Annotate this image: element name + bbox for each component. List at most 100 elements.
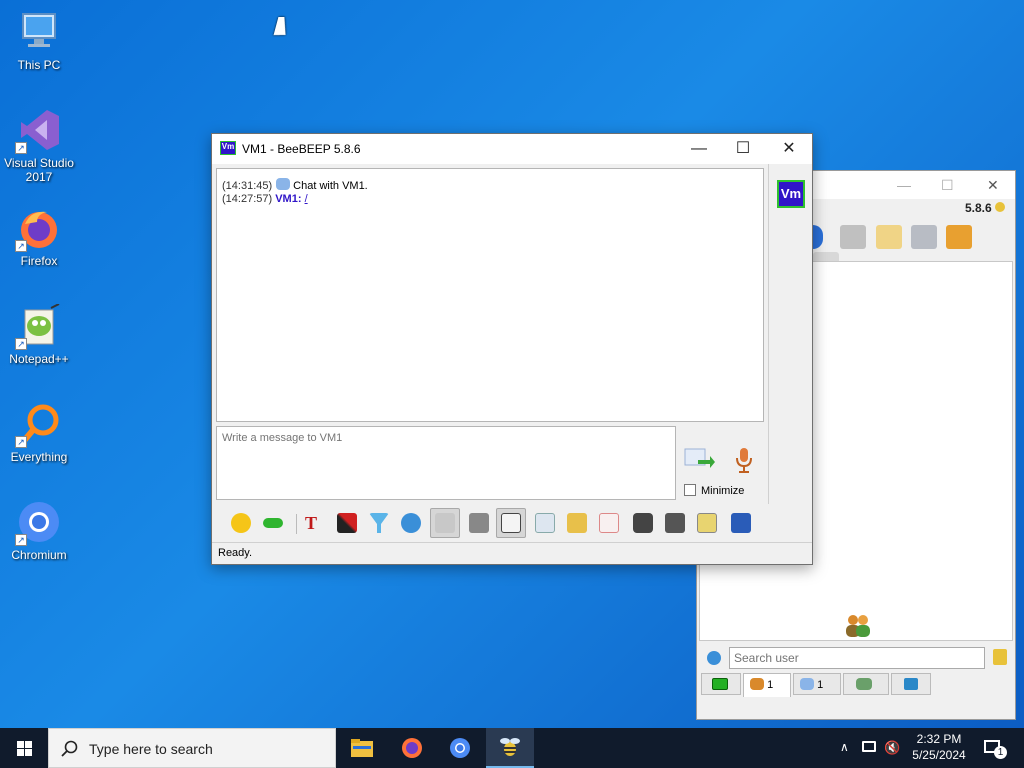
filter-icon[interactable] — [364, 508, 394, 538]
edit-icon[interactable] — [875, 225, 902, 249]
folder-icon[interactable] — [840, 225, 867, 249]
desktop-icon-chromium[interactable]: ↗ Chromium — [0, 500, 78, 562]
chromium-icon: ↗ — [15, 500, 61, 546]
chat-window[interactable]: Vm VM1 - BeeBEEP 5.8.6 — ☐ ✕ (14:31:45) C… — [211, 133, 813, 565]
desktop-icon-this-pc[interactable]: This PC — [0, 10, 78, 72]
shortcut-arrow-icon: ↗ — [15, 240, 27, 252]
notification-center[interactable]: 1 — [980, 728, 1020, 768]
tab-groups[interactable] — [843, 673, 889, 695]
shortcut-arrow-icon: ↗ — [15, 534, 27, 546]
settings-gear-icon[interactable] — [707, 651, 721, 665]
chat-line: (14:27:57) VM1: / — [222, 193, 308, 205]
system-tray: ∧ 🔇 — [838, 728, 902, 768]
sender-name: VM1: — [275, 193, 302, 205]
main-toolbar — [813, 225, 1009, 276]
vm-app-icon: Vm — [220, 141, 236, 155]
taskbar-chromium[interactable] — [436, 728, 484, 768]
chat-bubble-icon — [276, 178, 291, 190]
save-chat-icon[interactable] — [726, 508, 756, 538]
message-link[interactable]: / — [305, 193, 308, 205]
search-icon — [61, 740, 78, 757]
minimize-checkbox[interactable]: Minimize — [684, 484, 744, 497]
chat-window-titlebar[interactable]: Vm VM1 - BeeBEEP 5.8.6 — ☐ ✕ — [212, 134, 812, 164]
tab-chat[interactable] — [701, 673, 741, 695]
toolbar-separator — [296, 514, 297, 534]
desktop-icon-everything[interactable]: ↗ Everything — [0, 402, 78, 464]
tools-icon[interactable] — [911, 225, 938, 249]
send-on-enter-icon[interactable] — [496, 508, 526, 538]
shortcut-arrow-icon: ↗ — [15, 436, 27, 448]
minimize-button[interactable]: — — [676, 134, 722, 164]
tab-chats[interactable]: 1 — [793, 673, 841, 695]
desktop-icon-notepad-plus-plus[interactable]: ↗ Notepad++ — [0, 303, 78, 366]
main-tabs: 1 1 — [699, 673, 1013, 697]
main-minimize-button[interactable]: — — [897, 177, 911, 193]
firefox-icon — [402, 738, 422, 758]
computer-icon — [17, 10, 61, 54]
close-button[interactable]: ✕ — [766, 134, 812, 164]
taskbar-clock[interactable]: 2:32 PM 5/25/2024 — [906, 731, 972, 763]
main-close-button[interactable]: ✕ — [987, 177, 999, 194]
tab-users[interactable]: 1 — [743, 673, 791, 697]
start-button[interactable] — [0, 728, 48, 768]
screenshot-icon[interactable] — [628, 508, 658, 538]
maximize-button[interactable]: ☐ — [720, 134, 766, 164]
microphone-icon[interactable] — [734, 446, 754, 474]
network-icon[interactable] — [813, 225, 823, 249]
shortcut-arrow-icon: ↗ — [15, 338, 27, 350]
expand-green-icon[interactable] — [258, 508, 288, 538]
chat-line: (14:31:45) Chat with VM1. — [222, 178, 368, 192]
window-title: VM1 - BeeBEEP 5.8.6 — [242, 142, 361, 156]
save-note-icon[interactable] — [692, 508, 722, 538]
notepad-plus-plus-icon: ↗ — [15, 303, 61, 350]
tab-files[interactable] — [891, 673, 931, 695]
firefox-icon: ↗ — [15, 206, 61, 252]
users-group-icon — [843, 613, 873, 637]
taskbar-firefox[interactable] — [388, 728, 436, 768]
status-bar: Ready. — [212, 542, 812, 564]
taskbar-file-explorer[interactable] — [338, 728, 386, 768]
taskbar-beebeep[interactable] — [486, 728, 534, 768]
word-complete-icon[interactable] — [464, 508, 494, 538]
taskbar: Type here to search ∧ 🔇 2:32 PM 5/25/202… — [0, 728, 1024, 768]
taskbar-search-box[interactable]: Type here to search — [48, 728, 336, 768]
clear-chat-icon[interactable] — [660, 508, 690, 538]
spellcheck-icon[interactable] — [430, 508, 460, 538]
chat-toolbar: T — [216, 506, 810, 540]
network-icon[interactable] — [862, 741, 876, 752]
shortcut-arrow-icon: ↗ — [15, 142, 27, 154]
version-label: 5.8.6 — [965, 201, 1005, 215]
message-input[interactable] — [216, 426, 676, 500]
send-file-icon[interactable] — [530, 508, 560, 538]
desktop-icon-visual-studio[interactable]: ↗ Visual Studio 2017 — [0, 108, 78, 184]
notification-count-badge: 1 — [994, 746, 1007, 759]
font-color-icon[interactable] — [332, 508, 362, 538]
chat-log[interactable]: (14:31:45) Chat with VM1. (14:27:57) VM1:… — [216, 168, 764, 422]
font-icon[interactable]: T — [300, 508, 330, 538]
volume-muted-icon[interactable]: 🔇 — [884, 740, 900, 756]
vm-user-avatar[interactable]: Vm — [777, 180, 805, 208]
files-icon — [904, 678, 918, 690]
chat-green-icon — [712, 678, 728, 690]
windows-logo-icon — [17, 741, 32, 756]
html-code-icon[interactable] — [594, 508, 624, 538]
desktop-icon-firefox[interactable]: ↗ Firefox — [0, 206, 78, 268]
settings-gear-icon[interactable] — [396, 508, 426, 538]
search-user-input[interactable] — [729, 647, 985, 669]
minimize-checkbox-box[interactable] — [684, 484, 696, 496]
main-maximize-button[interactable]: ☐ — [941, 177, 954, 194]
bee-icon — [995, 202, 1005, 212]
emoticons-icon[interactable] — [226, 508, 256, 538]
chevron-up-icon[interactable]: ∧ — [840, 740, 849, 754]
users-icon — [750, 678, 764, 690]
clear-search-icon[interactable] — [993, 649, 1007, 665]
send-message-icon[interactable] — [684, 446, 716, 472]
bee-icon — [500, 738, 520, 756]
chromium-icon — [450, 738, 470, 758]
visual-studio-icon: ↗ — [15, 108, 61, 154]
groups-icon — [856, 678, 872, 690]
update-icon[interactable] — [946, 225, 973, 249]
chats-icon — [800, 678, 814, 690]
folder-icon — [351, 739, 373, 757]
send-folder-icon[interactable] — [562, 508, 592, 538]
